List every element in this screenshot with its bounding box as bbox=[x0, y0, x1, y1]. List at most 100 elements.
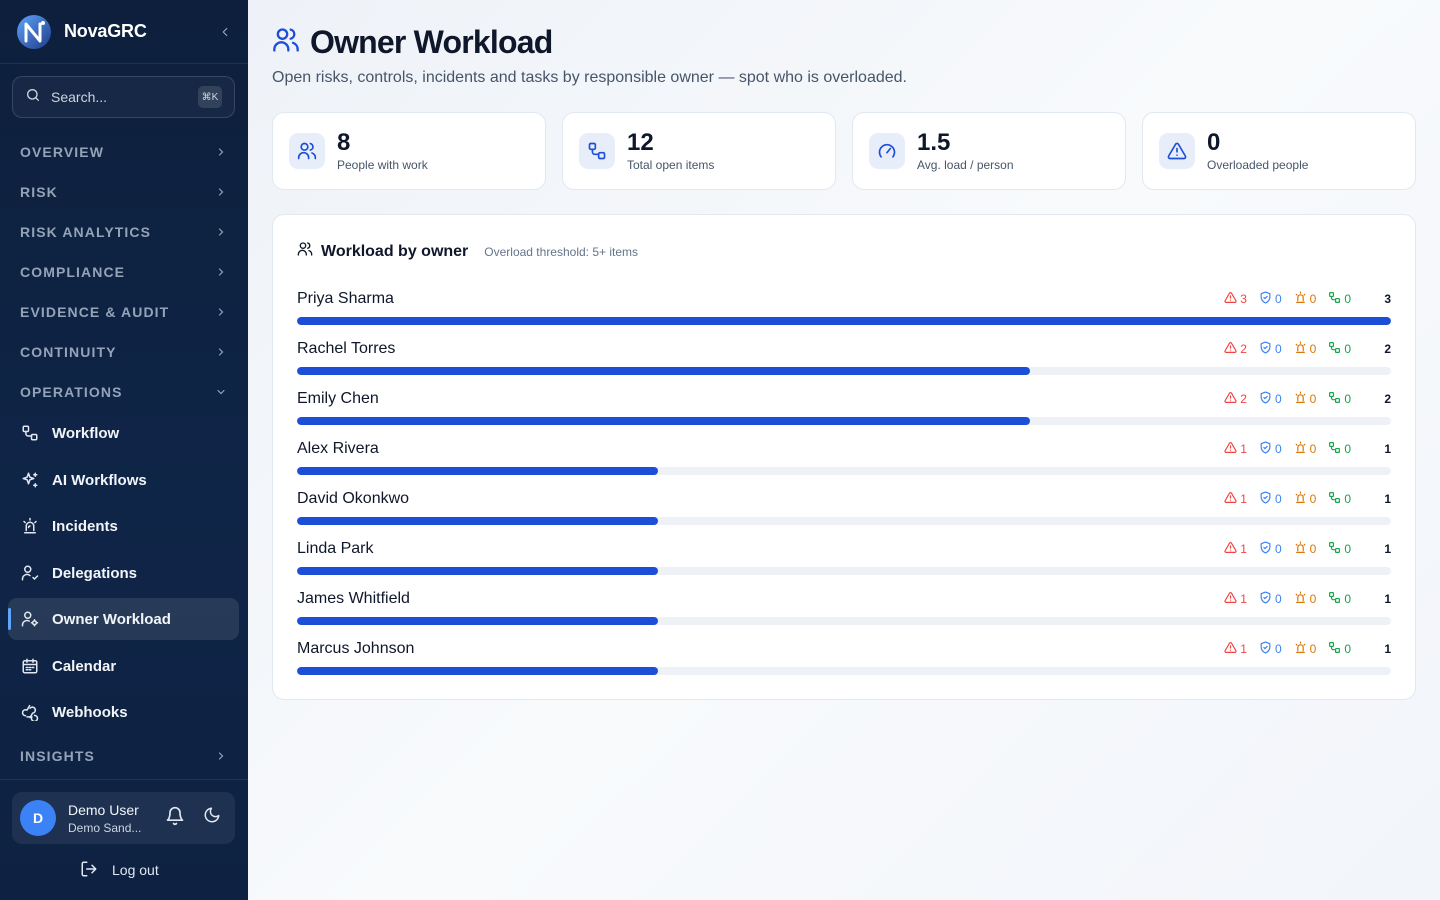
owner-counts: 1 0 0 0 1 bbox=[1212, 437, 1391, 461]
workflow-icon bbox=[20, 423, 40, 443]
control-count: 0 bbox=[1259, 341, 1282, 357]
owner-name: Emily Chen bbox=[297, 390, 379, 407]
nav-section-label: OPERATIONS bbox=[20, 384, 123, 400]
owner-row[interactable]: Alex Rivera 1 0 0 0 1 bbox=[297, 437, 1391, 487]
alert-triangle-icon bbox=[1224, 541, 1237, 557]
incident-count-value: 0 bbox=[1309, 342, 1317, 356]
sidebar-item-incidents[interactable]: Incidents bbox=[8, 505, 239, 547]
app-name: NovaGRC bbox=[64, 21, 147, 41]
incident-count: 0 bbox=[1294, 491, 1317, 507]
control-count-value: 0 bbox=[1274, 642, 1282, 656]
overload-threshold: Overload threshold: 5+ items bbox=[484, 244, 639, 259]
chevron-right-icon bbox=[215, 346, 227, 358]
workflow-icon bbox=[1328, 591, 1341, 607]
workflow-icon bbox=[1328, 491, 1341, 507]
owner-row[interactable]: David Okonkwo 1 0 0 0 1 bbox=[297, 487, 1391, 537]
risk-count: 2 bbox=[1224, 391, 1247, 407]
shield-check-icon bbox=[1259, 291, 1272, 307]
logout-button[interactable]: Log out bbox=[80, 858, 159, 882]
bell-icon[interactable] bbox=[165, 806, 185, 831]
risk-count-value: 1 bbox=[1240, 592, 1247, 606]
task-count: 0 bbox=[1328, 491, 1351, 507]
task-count: 0 bbox=[1328, 641, 1351, 657]
alert-triangle-icon bbox=[1224, 441, 1237, 457]
user-actions bbox=[165, 806, 227, 831]
incident-count-value: 0 bbox=[1309, 592, 1317, 606]
control-count-value: 0 bbox=[1274, 392, 1282, 406]
risk-count-value: 1 bbox=[1240, 542, 1247, 556]
workflow-icon bbox=[1328, 641, 1341, 657]
logo-icon[interactable] bbox=[16, 14, 52, 50]
workflow-icon bbox=[1328, 341, 1341, 357]
owner-name: Linda Park bbox=[297, 540, 374, 557]
owner-counts: 2 0 0 0 2 bbox=[1212, 337, 1391, 361]
collapse-sidebar-icon[interactable] bbox=[218, 25, 232, 39]
brand-header: NovaGRC bbox=[0, 0, 248, 64]
nav-section-continuity[interactable]: CONTINUITY bbox=[8, 332, 239, 372]
owner-row[interactable]: Priya Sharma 3 0 0 0 3 bbox=[297, 287, 1391, 337]
siren-icon bbox=[1294, 541, 1307, 557]
stat-card-avg-load: 1.5 Avg. load / person bbox=[852, 112, 1126, 190]
workload-bar-fill bbox=[297, 517, 659, 525]
nav-section-evidence-audit[interactable]: EVIDENCE & AUDIT bbox=[8, 292, 239, 332]
nav-section-compliance[interactable]: COMPLIANCE bbox=[8, 252, 239, 292]
workload-bar bbox=[297, 367, 1391, 375]
control-count-value: 0 bbox=[1274, 542, 1282, 556]
workload-bar-fill bbox=[297, 467, 659, 475]
user-card[interactable]: D Demo User Demo Sand... bbox=[12, 792, 235, 844]
workload-bar bbox=[297, 667, 1391, 675]
alert-triangle-icon bbox=[1224, 391, 1237, 407]
sidebar-item-ai-workflows[interactable]: AI Workflows bbox=[8, 459, 239, 501]
control-count: 0 bbox=[1259, 441, 1282, 457]
sidebar-item-label: Workflow bbox=[52, 424, 120, 442]
nav-section-insights[interactable]: INSIGHTS bbox=[8, 736, 239, 776]
stat-card-people: 8 People with work bbox=[272, 112, 546, 190]
stat-card-open-items: 12 Total open items bbox=[562, 112, 836, 190]
stat-card-overloaded: 0 Overloaded people bbox=[1142, 112, 1416, 190]
siren-icon bbox=[1294, 341, 1307, 357]
control-count-value: 0 bbox=[1274, 342, 1282, 356]
sidebar-item-delegations[interactable]: Delegations bbox=[8, 552, 239, 594]
sidebar-item-label: AI Workflows bbox=[52, 471, 147, 489]
risk-count: 1 bbox=[1224, 641, 1247, 657]
owner-total: 1 bbox=[1384, 592, 1391, 606]
moon-icon[interactable] bbox=[203, 806, 221, 831]
risk-count: 1 bbox=[1224, 541, 1247, 557]
user-cog-icon bbox=[20, 609, 40, 629]
siren-icon bbox=[1294, 391, 1307, 407]
nav-section-risk-analytics[interactable]: RISK ANALYTICS bbox=[8, 212, 239, 252]
chevron-right-icon bbox=[215, 146, 227, 158]
logout-icon bbox=[80, 860, 98, 881]
chevron-right-icon bbox=[215, 186, 227, 198]
nav-section-overview[interactable]: OVERVIEW bbox=[8, 132, 239, 172]
sidebar-item-workflow[interactable]: Workflow bbox=[8, 412, 239, 454]
sidebar-item-owner-workload[interactable]: Owner Workload bbox=[8, 598, 239, 640]
workflow-icon bbox=[1328, 391, 1341, 407]
users-icon bbox=[272, 26, 300, 59]
nav-section-label: OVERVIEW bbox=[20, 144, 105, 160]
incident-count-value: 0 bbox=[1309, 492, 1317, 506]
alert-triangle-icon bbox=[1224, 291, 1237, 307]
sidebar-item-calendar[interactable]: Calendar bbox=[8, 645, 239, 687]
task-count-value: 0 bbox=[1344, 492, 1351, 506]
webhook-icon bbox=[20, 702, 40, 722]
owner-row[interactable]: Emily Chen 2 0 0 0 2 bbox=[297, 387, 1391, 437]
owner-row[interactable]: Linda Park 1 0 0 0 1 bbox=[297, 537, 1391, 587]
shield-check-icon bbox=[1259, 541, 1272, 557]
shield-check-icon bbox=[1259, 591, 1272, 607]
owner-row[interactable]: Rachel Torres 2 0 0 0 2 bbox=[297, 337, 1391, 387]
sidebar-item-webhooks[interactable]: Webhooks bbox=[8, 691, 239, 733]
control-count: 0 bbox=[1259, 491, 1282, 507]
incident-count-value: 0 bbox=[1309, 392, 1317, 406]
shield-check-icon bbox=[1259, 491, 1272, 507]
owner-row[interactable]: James Whitfield 1 0 0 0 1 bbox=[297, 587, 1391, 637]
task-count-value: 0 bbox=[1344, 292, 1351, 306]
search-input[interactable]: Search... ⌘K bbox=[12, 76, 235, 118]
owner-row[interactable]: Marcus Johnson 1 0 0 0 1 bbox=[297, 637, 1391, 687]
nav-section-risk[interactable]: RISK bbox=[8, 172, 239, 212]
nav-section-operations[interactable]: OPERATIONS bbox=[8, 372, 239, 412]
control-count: 0 bbox=[1259, 291, 1282, 307]
siren-icon bbox=[1294, 491, 1307, 507]
stat-label: Total open items bbox=[627, 158, 715, 172]
incident-count-value: 0 bbox=[1309, 642, 1317, 656]
